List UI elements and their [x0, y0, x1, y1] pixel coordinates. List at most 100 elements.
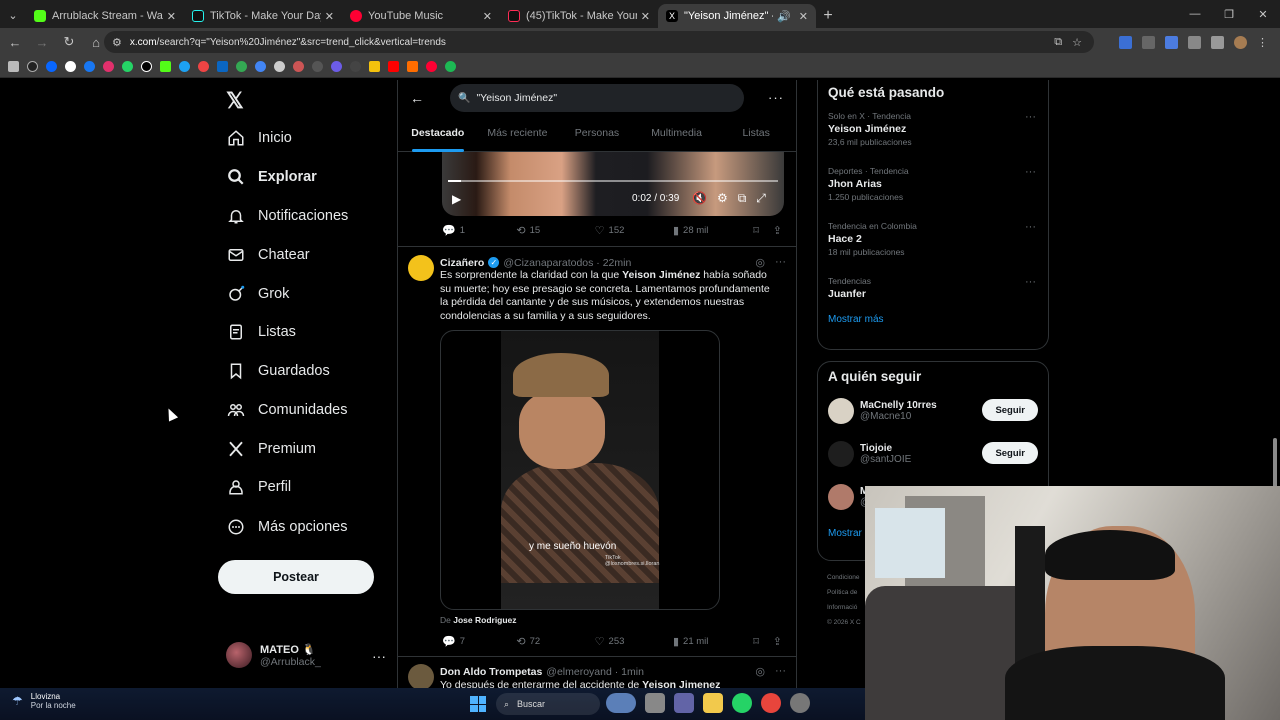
fullscreen-icon[interactable]: ⤢ [756, 191, 766, 206]
nav-notificaciones[interactable]: Notificaciones [226, 201, 348, 231]
bookmark-icon[interactable] [331, 61, 342, 72]
drive-icon[interactable] [236, 61, 247, 72]
puzzle-icon[interactable] [1188, 35, 1201, 49]
youtube-music-icon[interactable] [426, 61, 437, 72]
nav-listas[interactable]: Listas [226, 317, 296, 347]
video-player[interactable]: ▶ 0:02 / 0:39 🔇 ⚙ ⧉ ⤢ [442, 152, 784, 216]
close-icon[interactable]: ✕ [167, 10, 176, 23]
nav-guardados[interactable]: Guardados [226, 356, 330, 386]
post-button[interactable]: Postear [218, 560, 374, 594]
extension-icon[interactable] [1142, 35, 1155, 49]
search-input[interactable]: 🔍 "Yeison Jiménez" [450, 84, 744, 112]
kick-bookmark-icon[interactable] [160, 61, 171, 72]
account-switcher[interactable]: MATEO 🐧 @Arrublack_ ··· [226, 642, 386, 668]
new-tab-button[interactable]: + [816, 4, 840, 28]
tweet-author-name[interactable]: Cizañero [440, 257, 484, 269]
views-button[interactable]: ▮ 21 mil [673, 635, 753, 648]
trend-item[interactable]: Deportes · Tendencia Jhon Arias 1.250 pu… [818, 164, 1048, 219]
install-icon[interactable]: ⧉ [1054, 36, 1062, 49]
repost-button[interactable]: ⟲ 15 [516, 224, 594, 237]
tab-kick[interactable]: Arrublack Stream - Watch Live o ✕ [26, 4, 184, 28]
trend-item[interactable]: Tendencia en Colombia Hace 2 18 mil publ… [818, 219, 1048, 274]
video-progress-bar[interactable] [448, 180, 778, 182]
tab-search-button[interactable]: ⌄ [0, 2, 26, 28]
more-dots-icon[interactable]: ··· [1025, 111, 1036, 123]
spotify-icon[interactable] [445, 61, 456, 72]
like-button[interactable]: ♡ 253 [595, 635, 673, 648]
close-icon[interactable]: ✕ [799, 10, 808, 23]
menu-icon[interactable]: ⋮ [1257, 36, 1270, 49]
tweet-video[interactable]: y me sueño huevón TikTok @losnombres.si.l… [440, 330, 720, 610]
taskbar-search[interactable]: ⌕ Buscar [496, 693, 600, 715]
tab-youtube-music[interactable]: YouTube Music ✕ [342, 4, 500, 28]
follow-suggestion[interactable]: Tiojoie @santJOIE Seguir [818, 432, 1048, 475]
bookmark-icon[interactable] [350, 61, 361, 72]
repost-button[interactable]: ⟲ 72 [516, 635, 594, 648]
close-window-icon[interactable]: ✕ [1246, 0, 1280, 28]
bookmark-icon[interactable] [255, 61, 266, 72]
tab-listas[interactable]: Listas [716, 118, 796, 152]
tweet-author-name[interactable]: Don Aldo Trompetas [440, 666, 542, 678]
media-icon[interactable] [1211, 35, 1224, 49]
reply-button[interactable]: 💬 7 [442, 635, 516, 648]
tab-personas[interactable]: Personas [557, 118, 637, 152]
youtube-icon[interactable] [388, 61, 399, 72]
tab-destacado[interactable]: Destacado [398, 118, 478, 152]
bookmark-icon[interactable] [293, 61, 304, 72]
mute-icon[interactable]: 🔇 [692, 191, 707, 206]
x-bookmark-icon[interactable] [141, 61, 152, 72]
widgets-icon[interactable] [606, 693, 636, 713]
tweet-author-handle[interactable]: @Cizanaparatodos · 22min [503, 257, 631, 269]
whatsapp-icon[interactable] [122, 61, 133, 72]
nav-inicio[interactable]: Inicio [226, 123, 292, 153]
bookmark-icon[interactable] [179, 61, 190, 72]
trend-item[interactable]: Solo en X · Tendencia Yeison Jiménez 23,… [818, 109, 1048, 164]
minimize-icon[interactable]: — [1178, 0, 1212, 28]
address-bar[interactable]: ⚙ x.com/search?q="Yeison%20Jiménez"&src=… [104, 31, 1094, 53]
linkedin-icon[interactable] [217, 61, 228, 72]
more-dots-icon[interactable]: ··· [1025, 166, 1036, 178]
views-button[interactable]: ▮ 28 mil [673, 224, 753, 237]
share-button[interactable]: ⇪ [773, 635, 786, 648]
x-logo-icon[interactable]: 𝕏 [226, 88, 244, 114]
facebook-icon[interactable] [84, 61, 95, 72]
task-view-icon[interactable] [645, 693, 665, 713]
close-icon[interactable]: ✕ [641, 10, 650, 23]
tab-tiktok[interactable]: TikTok - Make Your Day ✕ [184, 4, 342, 28]
nav-chatear[interactable]: Chatear [226, 240, 310, 270]
source-name[interactable]: Jose Rodriguez [453, 615, 516, 625]
bookmark-button[interactable]: ⌑ [753, 635, 773, 648]
footer-link[interactable]: Informació [827, 600, 861, 615]
obs-icon[interactable] [790, 693, 810, 713]
follow-button[interactable]: Seguir [982, 399, 1038, 421]
file-explorer-icon[interactable] [703, 693, 723, 713]
profile-avatar-icon[interactable] [1234, 35, 1247, 49]
chatgpt-icon[interactable] [274, 61, 285, 72]
back-arrow-icon[interactable]: ← [410, 90, 424, 106]
speaker-icon[interactable]: 🔊 [777, 10, 791, 23]
trend-item[interactable]: Tendencias Juanfer ··· [818, 274, 1048, 314]
start-icon[interactable] [470, 696, 486, 712]
restore-icon[interactable]: ❐ [1212, 0, 1246, 28]
bookmark-icon[interactable] [312, 61, 323, 72]
apps-icon[interactable] [8, 61, 19, 72]
weather-widget[interactable]: ☂ Llovizna Por la noche [12, 692, 76, 710]
tab-tiktok-45[interactable]: (45)TikTok - Make Your Day ✕ [500, 4, 658, 28]
bookmark-icon[interactable] [27, 61, 38, 72]
reply-button[interactable]: 💬 1 [442, 224, 516, 237]
show-more-link[interactable]: Mostrar más [818, 314, 1048, 325]
nav-explorar[interactable]: Explorar [226, 162, 317, 192]
grok-icon[interactable]: ◎ [755, 256, 765, 269]
tab-multimedia[interactable]: Multimedia [637, 118, 717, 152]
bookmark-icon[interactable] [407, 61, 418, 72]
like-button[interactable]: ♡ 152 [595, 224, 673, 237]
close-icon[interactable]: ✕ [325, 10, 334, 23]
tab-mas-reciente[interactable]: Más reciente [478, 118, 558, 152]
follow-suggestion[interactable]: MaCnelly 10rres @Macne10 Seguir [818, 389, 1048, 432]
grok-icon[interactable]: ◎ [755, 665, 765, 678]
bookmark-icon[interactable] [198, 61, 209, 72]
chrome-icon[interactable] [761, 693, 781, 713]
more-dots-icon[interactable]: ··· [1025, 221, 1036, 233]
more-dots-icon[interactable]: ··· [372, 648, 386, 664]
nav-perfil[interactable]: Perfil [226, 472, 291, 502]
